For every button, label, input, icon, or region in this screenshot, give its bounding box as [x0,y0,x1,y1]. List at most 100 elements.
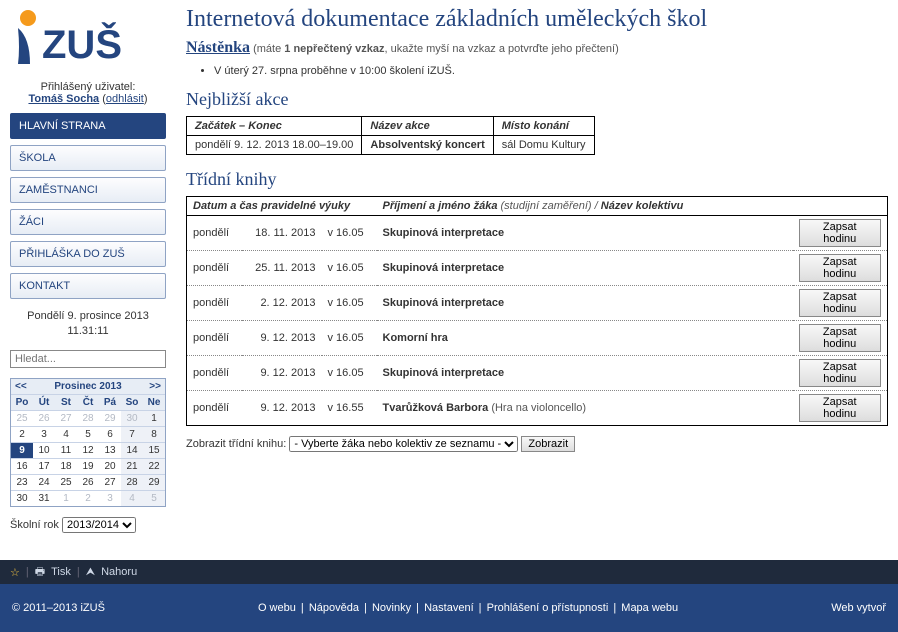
cal-day[interactable]: 3 [99,490,121,506]
student-select[interactable]: - Vyberte žáka nebo kolektiv ze seznamu … [289,436,518,452]
events-heading: Nejbližší akce [186,89,888,110]
sidebar: ZUŠ Přihlášený uživatel: Tomáš Socha (od… [0,0,172,560]
cal-day[interactable]: 20 [99,458,121,474]
calendar-prev[interactable]: << [15,381,27,392]
cal-day[interactable]: 27 [55,410,77,426]
search-input[interactable] [10,350,166,368]
cal-day[interactable]: 21 [121,458,143,474]
nav-item[interactable]: PŘIHLÁŠKA DO ZUŠ [10,241,166,267]
books-heading: Třídní knihy [186,169,888,190]
cal-day[interactable]: 1 [55,490,77,506]
nav-item[interactable]: ŠKOLA [10,145,166,171]
toolbar: ☆ | 🖶 Tisk | ⮝ Nahoru [0,560,898,584]
nav-item[interactable]: ZAMĚSTNANCI [10,177,166,203]
cal-day[interactable]: 23 [11,474,33,490]
print-link[interactable]: Tisk [51,566,71,578]
cal-day[interactable]: 29 [143,474,165,490]
cal-day[interactable]: 18 [55,458,77,474]
cal-day[interactable]: 28 [121,474,143,490]
write-lesson-button[interactable]: Zapsat hodinu [799,254,882,282]
cal-day[interactable]: 26 [33,410,55,426]
cal-day[interactable]: 6 [99,426,121,442]
cal-day[interactable]: 25 [11,410,33,426]
school-year-select[interactable]: 2013/2014 [62,517,136,533]
cal-day[interactable]: 2 [77,490,99,506]
cal-day[interactable]: 31 [33,490,55,506]
cal-day[interactable]: 10 [33,442,55,458]
svg-text:ZUŠ: ZUŠ [42,21,122,67]
cal-day[interactable]: 27 [99,474,121,490]
col-student: Příjmení a jméno žáka (studijní zaměření… [377,197,793,216]
footer-link[interactable]: Nápověda [309,602,359,614]
cal-day[interactable]: 1 [143,410,165,426]
lesson-row: pondělí9. 12. 2013v 16.05Skupinová inter… [187,356,888,391]
datetime: Pondělí 9. prosince 2013 11.31:11 [10,309,166,340]
user-name-link[interactable]: Tomáš Socha [28,93,99,105]
write-lesson-button[interactable]: Zapsat hodinu [799,219,882,247]
footer-right: Web vytvoř [831,602,886,614]
footer-link[interactable]: Prohlášení o přístupnosti [487,602,609,614]
footer-link[interactable]: Nastavení [424,602,474,614]
cal-dow: So [121,394,143,410]
cal-day[interactable]: 7 [121,426,143,442]
board-subtitle: (máte 1 nepřečtený vzkaz, ukažte myší na… [253,43,619,55]
cal-day[interactable]: 15 [143,442,165,458]
nav-item[interactable]: KONTAKT [10,273,166,299]
print-icon: 🖶 [35,563,45,582]
calendar-title: Prosinec 2013 [54,381,121,392]
cal-day[interactable]: 14 [121,442,143,458]
copyright: © 2011–2013 iZUŠ [12,602,105,614]
cal-day[interactable]: 28 [77,410,99,426]
cal-day[interactable]: 25 [55,474,77,490]
favorite-icon[interactable]: ☆ [10,566,20,579]
nav-item[interactable]: ŽÁCI [10,209,166,235]
cal-day[interactable]: 24 [33,474,55,490]
write-lesson-button[interactable]: Zapsat hodinu [799,394,882,422]
cal-day[interactable]: 8 [143,426,165,442]
board-heading[interactable]: Nástěnka [186,39,250,56]
cal-day[interactable]: 3 [33,426,55,442]
cal-dow: Ne [143,394,165,410]
nav-item[interactable]: HLAVNÍ STRANA [10,113,166,139]
lessons-table: Datum a čas pravidelné výuky Příjmení a … [186,196,888,426]
logout-link[interactable]: odhlásit [106,93,144,105]
lesson-row: pondělí9. 12. 2013v 16.55Tvarůžková Barb… [187,391,888,426]
cal-day[interactable]: 11 [55,442,77,458]
cal-day[interactable]: 2 [11,426,33,442]
events-table: Začátek – KonecNázev akceMísto konání po… [186,116,595,155]
write-lesson-button[interactable]: Zapsat hodinu [799,324,882,352]
col-datetime: Datum a čas pravidelné výuky [187,197,377,216]
footer-link[interactable]: Mapa webu [621,602,678,614]
cal-day[interactable]: 4 [55,426,77,442]
cal-day[interactable]: 4 [121,490,143,506]
cal-day[interactable]: 19 [77,458,99,474]
calendar-next[interactable]: >> [149,381,161,392]
cal-day[interactable]: 29 [99,410,121,426]
show-book-row: Zobrazit třídní knihu: - Vyberte žáka ne… [186,436,888,452]
page-title: Internetová dokumentace základních uměle… [186,6,888,33]
write-lesson-button[interactable]: Zapsat hodinu [799,289,882,317]
footer-links: O webu | Nápověda | Novinky | Nastavení … [256,602,680,614]
cal-day[interactable]: 16 [11,458,33,474]
cal-day[interactable]: 22 [143,458,165,474]
cal-dow: St [55,394,77,410]
cal-day[interactable]: 26 [77,474,99,490]
footer-link[interactable]: O webu [258,602,296,614]
lesson-row: pondělí2. 12. 2013v 16.05Skupinová inter… [187,286,888,321]
main-content: Internetová dokumentace základních uměle… [172,0,898,560]
show-label: Zobrazit třídní knihu: [186,438,286,450]
show-button[interactable]: Zobrazit [521,436,575,452]
lesson-row: pondělí18. 11. 2013v 16.05Skupinová inte… [187,216,888,251]
footer-link[interactable]: Novinky [372,602,411,614]
cal-day[interactable]: 17 [33,458,55,474]
cal-day[interactable]: 30 [121,410,143,426]
cal-day[interactable]: 13 [99,442,121,458]
cal-day[interactable]: 30 [11,490,33,506]
cal-day[interactable]: 9 [11,442,33,458]
cal-day[interactable]: 12 [77,442,99,458]
cal-day[interactable]: 5 [143,490,165,506]
up-link[interactable]: Nahoru [101,566,137,578]
write-lesson-button[interactable]: Zapsat hodinu [799,359,882,387]
cal-day[interactable]: 5 [77,426,99,442]
main-nav: HLAVNÍ STRANA ŠKOLA ZAMĚSTNANCI ŽÁCI PŘIHLÁŠ… [10,113,166,299]
